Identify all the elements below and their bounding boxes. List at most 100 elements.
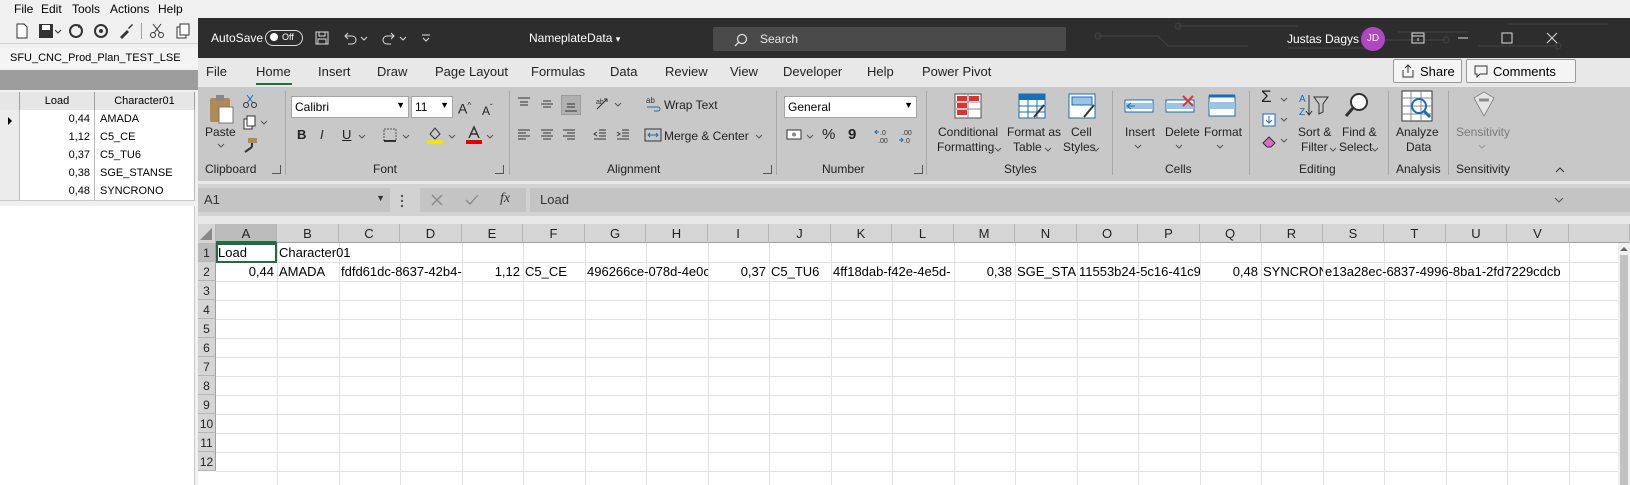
scissors-icon[interactable] bbox=[242, 93, 258, 109]
row-header-10[interactable]: 10 bbox=[198, 414, 216, 433]
autosum-dropdown-icon[interactable] bbox=[1280, 96, 1288, 104]
character-cell[interactable]: SGE_STANSE bbox=[95, 164, 195, 183]
column-header-v[interactable]: V bbox=[1507, 224, 1569, 243]
align-middle-icon[interactable] bbox=[539, 96, 555, 112]
cell-g2[interactable]: 496266ce-078d-4e0c- bbox=[585, 262, 708, 281]
cell-styles-icon[interactable] bbox=[1068, 93, 1096, 119]
scroll-up-icon[interactable] bbox=[1620, 245, 1628, 253]
column-header-m[interactable]: M bbox=[954, 224, 1015, 243]
font-launcher-icon[interactable] bbox=[495, 165, 504, 174]
row-header-7[interactable]: 7 bbox=[198, 357, 216, 376]
undo-dropdown-icon[interactable] bbox=[360, 30, 368, 46]
cell-e2[interactable]: 1,12 bbox=[462, 262, 523, 281]
column-header-load[interactable]: Load bbox=[20, 92, 95, 111]
formula-input[interactable]: Load bbox=[530, 188, 1630, 212]
cancel-icon[interactable] bbox=[430, 193, 444, 207]
sort-filter-label-2[interactable]: Filter bbox=[1301, 140, 1328, 155]
menu-file[interactable]: File bbox=[14, 2, 33, 16]
column-header-e[interactable]: E bbox=[462, 224, 523, 243]
sort-dropdown-icon[interactable] bbox=[1329, 146, 1337, 154]
row-header-4[interactable]: 4 bbox=[198, 300, 216, 319]
format-cells-icon[interactable] bbox=[1208, 93, 1236, 119]
cell-q2[interactable]: 0,48 bbox=[1200, 262, 1261, 281]
conditional-formatting-label-2[interactable]: Formatting bbox=[937, 140, 994, 155]
wrap-text-button[interactable]: Wrap Text bbox=[664, 98, 718, 113]
decrease-decimal-icon[interactable]: .00.0 bbox=[898, 127, 918, 145]
column-header-n[interactable]: N bbox=[1015, 224, 1077, 243]
underline-button[interactable]: U bbox=[342, 127, 351, 142]
tab-review[interactable]: Review bbox=[665, 64, 708, 79]
bold-button[interactable]: B bbox=[297, 127, 306, 142]
copy-icon[interactable] bbox=[174, 22, 192, 40]
column-header-u[interactable]: U bbox=[1446, 224, 1507, 243]
column-header-character[interactable]: Character01 bbox=[95, 92, 195, 111]
paste-icon[interactable] bbox=[207, 93, 235, 125]
cell-j2[interactable]: C5_TU6 bbox=[769, 262, 831, 281]
copy-icon[interactable] bbox=[242, 115, 258, 131]
increase-decimal-icon[interactable]: .0.00 bbox=[874, 127, 894, 145]
tab-developer[interactable]: Developer bbox=[783, 64, 842, 79]
column-header-t[interactable]: T bbox=[1384, 224, 1446, 243]
alignment-launcher-icon[interactable] bbox=[763, 165, 772, 174]
merge-center-icon[interactable] bbox=[644, 127, 662, 143]
italic-button[interactable]: I bbox=[320, 127, 324, 142]
refresh-icon[interactable] bbox=[67, 22, 85, 40]
row-header-2[interactable]: 2 bbox=[198, 262, 216, 281]
analyze-data-label-2[interactable]: Data bbox=[1406, 140, 1431, 155]
cell-n2[interactable]: SGE_STAN bbox=[1015, 262, 1077, 281]
name-box[interactable]: A1 ▼ bbox=[198, 188, 390, 212]
font-size-select[interactable]: 11 ▼ bbox=[411, 96, 453, 118]
load-cell[interactable]: 0,48 bbox=[20, 182, 95, 201]
document-name[interactable]: NameplateData ▾ bbox=[529, 31, 620, 45]
comma-style-button[interactable]: 9 bbox=[848, 127, 856, 142]
tab-insert[interactable]: Insert bbox=[318, 64, 351, 79]
character-cell[interactable]: C5_CE bbox=[95, 128, 195, 147]
close-icon[interactable] bbox=[1542, 28, 1562, 48]
row-selector[interactable] bbox=[0, 110, 20, 129]
expand-formula-bar-icon[interactable] bbox=[1554, 196, 1564, 204]
character-cell[interactable]: AMADA bbox=[95, 110, 195, 129]
tab-help[interactable]: Help bbox=[867, 64, 894, 79]
row-header-8[interactable]: 8 bbox=[198, 376, 216, 395]
enter-icon[interactable] bbox=[465, 193, 479, 207]
insert-dropdown-icon[interactable] bbox=[1134, 143, 1142, 151]
column-header-a[interactable]: A bbox=[216, 224, 277, 243]
cell-a2[interactable]: 0,44 bbox=[216, 262, 277, 281]
font-color-dropdown-icon[interactable] bbox=[486, 133, 494, 141]
decrease-font-size-icon[interactable]: Aˇ bbox=[482, 100, 493, 119]
sensitivity-icon[interactable] bbox=[1470, 90, 1498, 120]
tab-formulas[interactable]: Formulas bbox=[531, 64, 585, 79]
align-right-icon[interactable] bbox=[561, 127, 577, 143]
fill-dropdown-icon[interactable] bbox=[1280, 116, 1288, 124]
cell-c2[interactable]: fdfd61dc-8637-42b4- bbox=[339, 262, 462, 281]
clipboard-launcher-icon[interactable] bbox=[272, 165, 281, 174]
menu-tools[interactable]: Tools bbox=[72, 2, 100, 16]
number-launcher-icon[interactable] bbox=[914, 165, 923, 174]
cell-f2[interactable]: C5_CE bbox=[523, 262, 585, 281]
minimize-icon[interactable] bbox=[1453, 28, 1473, 48]
autosum-button[interactable]: Σ bbox=[1261, 88, 1272, 105]
tab-power-pivot[interactable]: Power Pivot bbox=[922, 64, 991, 79]
format-as-table-icon[interactable] bbox=[1018, 93, 1046, 119]
new-document-icon[interactable] bbox=[13, 22, 31, 40]
worksheet-grid[interactable]: A B C D E F G H I J K L M N O P Q R S T … bbox=[198, 224, 1630, 485]
search-input[interactable]: Search bbox=[713, 27, 1066, 51]
row-header-1[interactable]: 1 bbox=[198, 243, 216, 262]
collapse-ribbon-icon[interactable] bbox=[1554, 166, 1566, 174]
character-cell[interactable]: SYNCRONO bbox=[95, 182, 195, 201]
fill-color-dropdown-icon[interactable] bbox=[448, 133, 456, 141]
analyze-data-label-1[interactable]: Analyze bbox=[1396, 125, 1439, 140]
delete-cells-icon[interactable] bbox=[1165, 93, 1195, 119]
format-as-table-label-2[interactable]: Table bbox=[1013, 140, 1042, 155]
tab-data[interactable]: Data bbox=[610, 64, 637, 79]
column-header-r[interactable]: R bbox=[1261, 224, 1323, 243]
table-row[interactable]: 0,44 AMADA bbox=[0, 110, 195, 129]
maximize-icon[interactable] bbox=[1497, 28, 1517, 48]
sensitivity-dropdown-icon[interactable] bbox=[1478, 143, 1486, 151]
share-button[interactable]: Share bbox=[1393, 59, 1462, 83]
select-all-button[interactable] bbox=[198, 224, 216, 243]
column-header-q[interactable]: Q bbox=[1200, 224, 1261, 243]
table-row[interactable]: 0,38 SGE_STANSE bbox=[0, 164, 195, 183]
tab-home[interactable]: Home bbox=[256, 64, 291, 79]
cell-o2[interactable]: 11553b24-5c16-41c9- bbox=[1077, 262, 1200, 281]
